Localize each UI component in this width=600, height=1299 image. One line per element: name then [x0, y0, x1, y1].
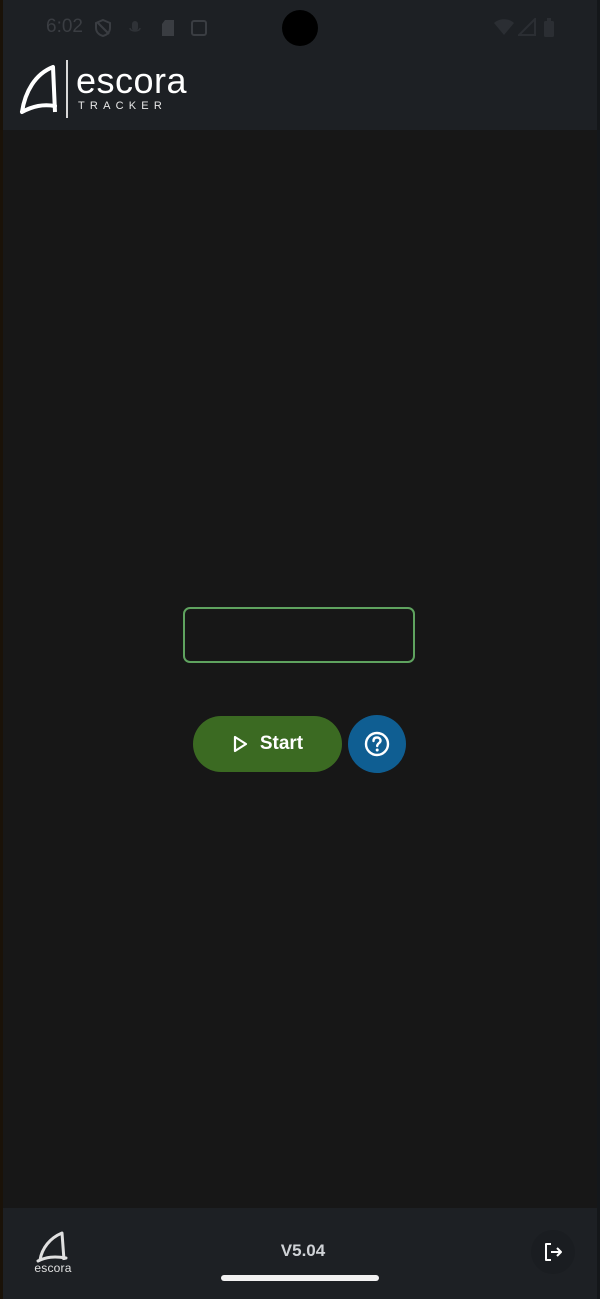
status-bar: 6:02 [3, 0, 597, 56]
brand-divider [66, 60, 68, 118]
play-outline-icon [233, 735, 247, 753]
logout-button[interactable] [531, 1230, 575, 1274]
brand-logo: escora TRACKER [19, 58, 219, 122]
app-header: 6:02 escora TRACKER [3, 0, 597, 130]
sd-card-icon [162, 20, 174, 36]
brand-name: escora [76, 60, 188, 101]
signal-icon [518, 18, 536, 36]
status-time: 6:02 [46, 16, 83, 37]
footer-logo: escora [28, 1228, 78, 1278]
question-circle-icon [364, 731, 390, 757]
escora-sail-footer-icon [36, 1231, 68, 1263]
battery-icon [544, 18, 554, 37]
escora-sail-logo-icon [20, 65, 57, 114]
wifi-icon [494, 19, 514, 35]
brand-subtitle: TRACKER [78, 100, 167, 112]
main-content: Start [3, 130, 597, 1208]
logout-icon [545, 1243, 562, 1261]
tracking-code-input[interactable] [183, 607, 415, 663]
start-button[interactable]: Start [193, 716, 342, 772]
footer-logo-text: escora [34, 1261, 72, 1275]
app-version: V5.04 [280, 1241, 326, 1260]
start-button-label: Start [259, 733, 304, 754]
footer-bar: escora V5.04 [3, 1208, 597, 1299]
microphone-icon [129, 21, 141, 32]
help-button[interactable] [348, 715, 406, 773]
home-indicator[interactable] [221, 1275, 379, 1281]
app-screen: 6:02 escora TRACKER Start escora V5.04 [3, 0, 597, 1299]
camera-cutout [282, 10, 318, 46]
screen-icon [191, 20, 207, 36]
vpn-shield-icon [95, 18, 111, 38]
